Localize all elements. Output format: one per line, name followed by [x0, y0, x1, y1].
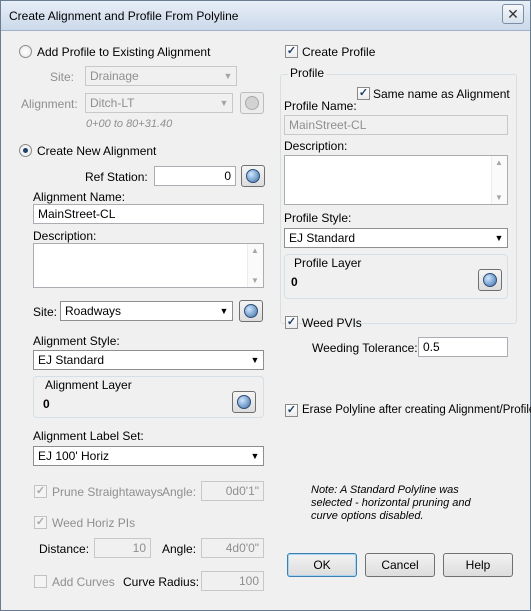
- erase-polyline-label: Erase Polyline after creating Alignment/…: [302, 404, 531, 416]
- cancel-button[interactable]: Cancel: [365, 553, 435, 577]
- pick-icon: [246, 169, 260, 183]
- pick-alignment-button[interactable]: [240, 92, 264, 114]
- weed-pvis-label: Weed PVIs: [302, 316, 362, 330]
- description-scrollbar[interactable]: ▲ ▼: [247, 244, 263, 287]
- curve-radius-input[interactable]: 100: [201, 571, 264, 591]
- weed-horiz-checkbox[interactable]: ✓: [34, 516, 47, 529]
- prune-angle-label: Angle:: [162, 485, 197, 499]
- add-profile-label: Add Profile to Existing Alignment: [37, 45, 211, 59]
- site-new-label: Site:: [33, 305, 58, 319]
- profile-layer-value: 0: [291, 275, 298, 289]
- distance-label: Distance:: [39, 542, 90, 556]
- alignment-style-combo[interactable]: EJ Standard ▼: [33, 350, 264, 370]
- help-button[interactable]: Help: [443, 553, 513, 577]
- chevron-down-icon: ▼: [250, 355, 260, 365]
- chevron-down-icon: ▼: [219, 306, 229, 316]
- prune-checkbox[interactable]: ✓: [34, 485, 47, 498]
- profile-name-input[interactable]: MainStreet-CL: [284, 115, 508, 135]
- dialog-window: Create Alignment and Profile From Polyli…: [0, 0, 531, 611]
- profile-description-input[interactable]: ▲ ▼: [284, 155, 508, 205]
- polyline-note: Note: A Standard Polyline was selected -…: [311, 484, 471, 522]
- pick-ref-station-button[interactable]: [241, 165, 265, 187]
- alignment-layer-value: 0: [43, 397, 50, 411]
- profile-layer-label: Profile Layer: [294, 256, 362, 270]
- label-set-label: Alignment Label Set:: [33, 429, 144, 443]
- alignment-style-label: Alignment Style:: [33, 334, 120, 348]
- site-existing-value: Drainage: [90, 69, 139, 83]
- profile-description-scrollbar[interactable]: ▲ ▼: [491, 156, 507, 204]
- erase-polyline-checkbox[interactable]: ✓: [285, 404, 298, 417]
- station-range: 0+00 to 80+31.40: [86, 118, 173, 130]
- chevron-down-icon: ▼: [250, 451, 260, 461]
- prune-angle-input[interactable]: 0d0'1": [201, 481, 264, 501]
- chevron-down-icon: ▼: [219, 98, 229, 108]
- ref-station-label: Ref Station:: [85, 170, 148, 184]
- close-button[interactable]: ✕: [502, 4, 524, 24]
- chevron-down-icon: ▼: [223, 71, 233, 81]
- chevron-down-icon: ▼: [494, 233, 504, 243]
- alignment-name-label: Alignment Name:: [33, 190, 126, 204]
- ref-station-input[interactable]: 0: [154, 166, 236, 186]
- weed-angle-label: Angle:: [162, 542, 197, 556]
- site-properties-button[interactable]: [239, 300, 263, 322]
- title-bar[interactable]: Create Alignment and Profile From Polyli…: [1, 1, 530, 31]
- site-properties-icon: [244, 304, 258, 318]
- scroll-up-icon: ▲: [251, 246, 259, 255]
- alignment-description-input[interactable]: ▲ ▼: [33, 243, 264, 288]
- create-profile-checkbox[interactable]: ✓: [285, 45, 298, 58]
- layer-icon: [483, 273, 497, 287]
- weeding-tolerance-label: Weeding Tolerance:: [312, 341, 418, 355]
- weeding-tolerance-input[interactable]: 0.5: [418, 337, 508, 357]
- weed-pvis-checkbox[interactable]: ✓: [285, 316, 298, 329]
- scroll-up-icon: ▲: [495, 158, 503, 167]
- alignment-layer-label: Alignment Layer: [45, 378, 132, 392]
- add-curves-label: Add Curves: [52, 575, 115, 589]
- profile-style-combo[interactable]: EJ Standard ▼: [284, 228, 508, 248]
- site-new-combo[interactable]: Roadways ▼: [60, 301, 233, 321]
- prune-label: Prune Straightaways: [52, 485, 163, 499]
- label-set-value: EJ 100' Horiz: [38, 449, 109, 463]
- weed-horiz-label: Weed Horiz PIs: [52, 516, 136, 530]
- profile-layer-button[interactable]: [478, 269, 502, 291]
- alignment-combo[interactable]: Ditch-LT ▼: [85, 93, 233, 113]
- scroll-down-icon: ▼: [495, 193, 503, 202]
- pick-icon: [245, 96, 259, 110]
- same-name-checkbox[interactable]: ✓: [357, 87, 370, 100]
- distance-input[interactable]: 10: [94, 538, 151, 558]
- add-profile-radio[interactable]: [19, 45, 32, 58]
- alignment-name-input[interactable]: MainStreet-CL: [33, 204, 264, 224]
- layer-icon: [237, 395, 251, 409]
- dialog-title: Create Alignment and Profile From Polyli…: [9, 9, 239, 23]
- alignment-style-value: EJ Standard: [38, 353, 105, 367]
- create-profile-label: Create Profile: [302, 45, 376, 59]
- create-alignment-radio[interactable]: [19, 144, 32, 157]
- dialog-body: Add Profile to Existing Alignment Site: …: [2, 32, 531, 609]
- profile-style-value: EJ Standard: [289, 231, 356, 245]
- profile-name-label: Profile Name:: [284, 99, 357, 113]
- alignment-description-label: Description:: [33, 229, 97, 243]
- weed-angle-input[interactable]: 4d0'0": [201, 538, 264, 558]
- profile-style-label: Profile Style:: [284, 211, 352, 225]
- profile-description-label: Description:: [284, 139, 348, 153]
- site-new-value: Roadways: [65, 304, 122, 318]
- label-set-combo[interactable]: EJ 100' Horiz ▼: [33, 446, 264, 466]
- same-name-label: Same name as Alignment: [373, 87, 510, 101]
- alignment-layer-button[interactable]: [232, 391, 256, 413]
- create-alignment-label: Create New Alignment: [37, 144, 157, 158]
- scroll-down-icon: ▼: [251, 276, 259, 285]
- site-existing-combo[interactable]: Drainage ▼: [85, 66, 237, 86]
- curve-radius-label: Curve Radius:: [123, 575, 200, 589]
- add-curves-checkbox[interactable]: [34, 575, 47, 588]
- alignment-label: Alignment:: [21, 97, 78, 111]
- profile-group-label: Profile: [288, 66, 327, 80]
- site-label: Site:: [50, 70, 75, 84]
- alignment-value: Ditch-LT: [90, 96, 135, 110]
- ok-button[interactable]: OK: [287, 553, 357, 577]
